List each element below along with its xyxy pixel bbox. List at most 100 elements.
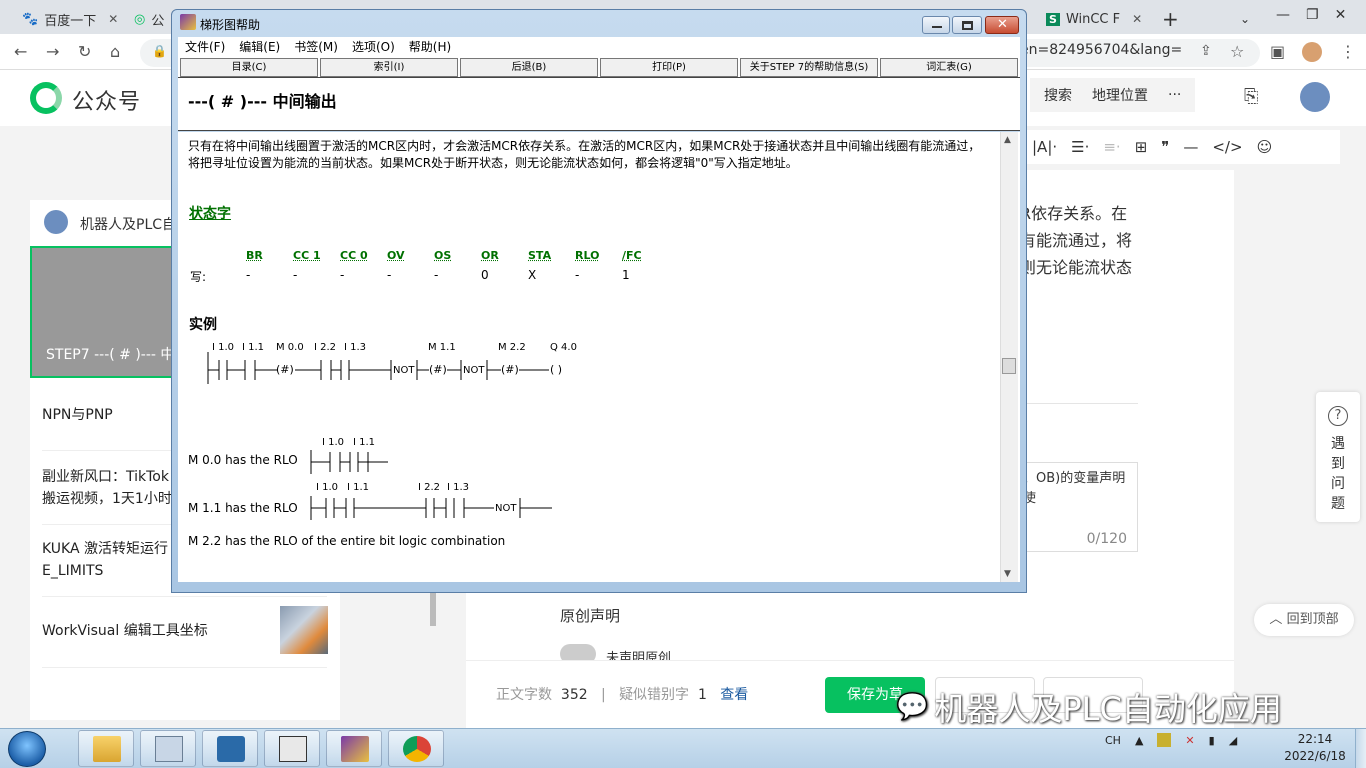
list-item[interactable]: KUKA 激活转矩运行 (42, 538, 168, 560)
close-icon[interactable]: ✕ (108, 12, 118, 26)
help-menubar: 文件(F) 编辑(E) 书签(M) 选项(O) 帮助(H) (178, 37, 1020, 57)
tray-signal-icon[interactable]: ▮ (1209, 734, 1215, 747)
scroll-up-icon[interactable]: ▲ (1004, 135, 1011, 145)
status-value: - (293, 268, 298, 282)
font-style-icon[interactable]: |A|· (1032, 138, 1057, 156)
help-topic-title: ---( # )--- 中间输出 (188, 92, 337, 111)
list-item[interactable]: WorkVisual 编辑工具坐标 (42, 620, 208, 642)
tab-baidu[interactable]: 🐾 百度一下 ✕ (14, 4, 124, 34)
tray-volume-icon[interactable]: ◢ (1229, 734, 1237, 747)
close-icon[interactable]: ✕ (1335, 7, 1347, 23)
status-bit-sta[interactable]: STA (528, 249, 551, 262)
list-item[interactable]: E_LIMITS (42, 560, 103, 582)
tab-wincc[interactable]: S WinCC F ✕ (1038, 4, 1148, 34)
ladder-label: I 1.3 (447, 482, 470, 493)
print-button[interactable]: 打印(P) (600, 58, 738, 77)
emoji-icon[interactable]: ☺ (1257, 138, 1273, 156)
back-button[interactable]: 后退(B) (460, 58, 598, 77)
scroll-down-icon[interactable]: ▼ (1004, 569, 1011, 579)
help-side-button[interactable]: ? 遇 到 问 题 (1316, 392, 1360, 522)
taskbar-help[interactable] (326, 730, 382, 767)
url-text: en=824956704&lang= (1020, 42, 1183, 58)
new-tab-button[interactable]: + (1154, 4, 1187, 34)
quote-icon[interactable]: ❞ (1161, 138, 1169, 156)
tray-app-icon[interactable] (1157, 733, 1172, 747)
about-step7-help-button[interactable]: 关于STEP 7的帮助信息(S) (740, 58, 878, 77)
list-icon[interactable]: ☰· (1071, 138, 1089, 156)
table-icon[interactable]: ⊞ (1135, 138, 1148, 156)
code-icon[interactable]: </> (1212, 138, 1242, 156)
taskbar-explorer[interactable] (78, 730, 134, 767)
sidebar-icon[interactable]: ▣ (1270, 42, 1285, 61)
status-bit-ov[interactable]: OV (387, 249, 405, 262)
nav-location[interactable]: 地理位置 (1092, 85, 1148, 105)
list-item[interactable]: 搬运视频，1天1小时 (42, 488, 172, 510)
share-icon[interactable]: ⇪ (1200, 43, 1212, 59)
lock-icon[interactable]: 🔒 (152, 44, 167, 58)
menu-edit[interactable]: 编辑(E) (239, 37, 280, 57)
list-item[interactable]: 副业新风口：TikTok (42, 466, 169, 488)
profile-avatar[interactable] (1302, 42, 1322, 62)
view-typos-link[interactable]: 查看 (720, 687, 748, 703)
taskbar-chrome[interactable] (388, 730, 444, 767)
article-text-line: 有能流通过，将 (1020, 231, 1133, 250)
bookmark-star-icon[interactable]: ☆ (1230, 42, 1244, 61)
back-icon[interactable]: ← (14, 42, 27, 61)
chrome-icon (403, 736, 431, 762)
align-icon[interactable]: ≡· (1103, 138, 1120, 156)
divider (1020, 403, 1138, 404)
char-counter: 0/120 (1086, 531, 1127, 547)
show-desktop-button[interactable] (1355, 729, 1366, 768)
start-button[interactable] (8, 731, 46, 767)
document-icon[interactable]: ⎘ (1244, 86, 1258, 107)
menu-options[interactable]: 选项(O) (352, 37, 395, 57)
taskbar-calculator[interactable] (140, 730, 196, 767)
menu-file[interactable]: 文件(F) (185, 37, 225, 57)
maximize-button[interactable] (952, 16, 982, 34)
list-item[interactable]: NPN与PNP (42, 404, 113, 426)
menu-bookmark[interactable]: 书签(M) (294, 37, 338, 57)
close-icon[interactable]: ✕ (1132, 12, 1142, 26)
restore-icon[interactable]: ❐ (1306, 7, 1319, 23)
tray-network-icon[interactable]: ✕ (1185, 734, 1194, 747)
status-bit-cc1[interactable]: CC 1 (293, 249, 321, 262)
help-scrollbar[interactable] (1000, 132, 1018, 582)
glossary-button[interactable]: 词汇表(G) (880, 58, 1018, 77)
back-to-top-button[interactable]: ︿ 回到顶部 (1254, 604, 1354, 636)
menu-help[interactable]: 帮助(H) (409, 37, 451, 57)
panel-scrollbar[interactable] (430, 590, 436, 626)
taskbar-ladder[interactable] (264, 730, 320, 767)
nav-search[interactable]: 搜索 (1044, 85, 1072, 105)
status-bit-br[interactable]: BR (246, 249, 263, 262)
divider (42, 596, 327, 597)
help-book-icon (341, 736, 369, 762)
chevron-down-icon[interactable]: ⌄ (1232, 4, 1258, 34)
status-word-link[interactable]: 状态字 (189, 203, 231, 223)
scroll-thumb[interactable] (1002, 358, 1016, 374)
status-bit-fc[interactable]: /FC (622, 249, 642, 262)
nav-more[interactable]: ··· (1168, 87, 1181, 103)
tab-wechat[interactable]: ◎ 公 (126, 4, 172, 34)
contents-button[interactable]: 目录(C) (180, 58, 318, 77)
taskbar-step7[interactable] (202, 730, 258, 767)
close-button[interactable]: ✕ (985, 16, 1019, 34)
forward-icon[interactable]: → (46, 42, 59, 61)
minimize-icon[interactable]: — (1276, 7, 1290, 23)
taskbar-clock[interactable]: 22:14 2022/6/18 (1282, 731, 1348, 765)
tray-language[interactable]: CH (1105, 734, 1121, 747)
home-icon[interactable]: ⌂ (110, 42, 120, 61)
declaration-textarea[interactable]: 、OB)的变量声明使 0/120 (1020, 462, 1138, 552)
reload-icon[interactable]: ↻ (78, 42, 91, 61)
window-title: 梯形图帮助 (200, 18, 261, 32)
status-bit-cc0[interactable]: CC 0 (340, 249, 368, 262)
status-bit-rlo[interactable]: RLO (575, 249, 599, 262)
status-bit-os[interactable]: OS (434, 249, 451, 262)
divider-icon[interactable]: — (1183, 138, 1198, 156)
tray-chevron-up-icon[interactable]: ▲ (1135, 734, 1143, 747)
rlo-line: M 2.2 has the RLO of the entire bit logi… (188, 534, 506, 548)
menu-dots-icon[interactable]: ⋮ (1340, 42, 1356, 61)
user-avatar[interactable] (1300, 82, 1330, 112)
index-button[interactable]: 索引(I) (320, 58, 458, 77)
minimize-button[interactable] (922, 16, 950, 34)
status-bit-or[interactable]: OR (481, 249, 499, 262)
